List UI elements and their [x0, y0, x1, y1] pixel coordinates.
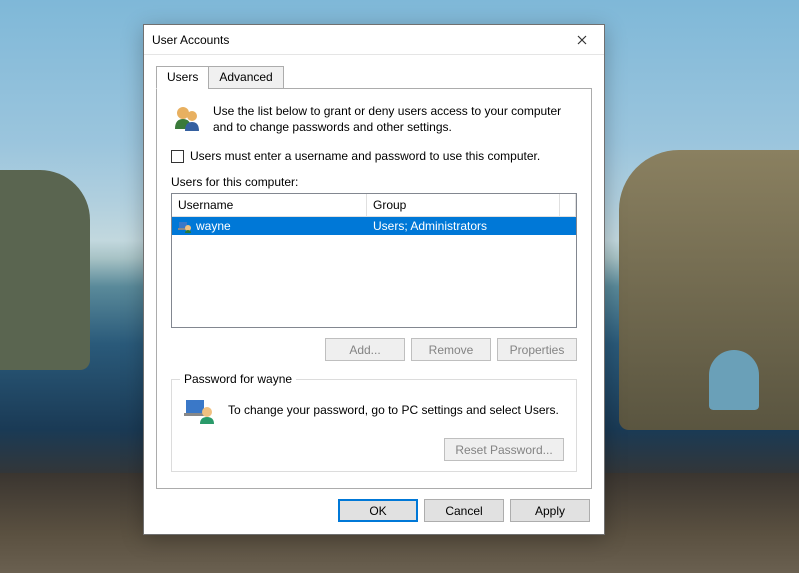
table-row[interactable]: wayne Users; Administrators	[172, 217, 576, 235]
ok-button[interactable]: OK	[338, 499, 418, 522]
window-title: User Accounts	[152, 33, 559, 47]
intro-text: Use the list below to grant or deny user…	[213, 103, 577, 135]
remove-button: Remove	[411, 338, 491, 361]
password-groupbox: Password for wayne To change your passwo…	[171, 379, 577, 472]
close-icon	[577, 32, 587, 48]
close-button[interactable]	[559, 25, 604, 54]
column-group[interactable]: Group	[367, 194, 560, 217]
checkbox-label: Users must enter a username and password…	[190, 149, 540, 163]
user-buttons-row: Add... Remove Properties	[171, 338, 577, 361]
tabstrip: Users Advanced	[156, 66, 592, 89]
user-password-icon	[184, 394, 216, 426]
apply-button[interactable]: Apply	[510, 499, 590, 522]
tab-panel-users: Use the list below to grant or deny user…	[156, 88, 592, 489]
cancel-button[interactable]: Cancel	[424, 499, 504, 522]
tab-users[interactable]: Users	[156, 66, 209, 89]
user-accounts-dialog: User Accounts Users Advanced	[143, 24, 605, 535]
cell-username: wayne	[196, 219, 231, 233]
checkbox-icon[interactable]	[171, 150, 184, 163]
column-username[interactable]: Username	[172, 194, 367, 217]
add-button: Add...	[325, 338, 405, 361]
tab-advanced[interactable]: Advanced	[208, 66, 283, 89]
users-listview[interactable]: Username Group	[171, 193, 577, 328]
password-groupbox-title: Password for wayne	[180, 372, 296, 386]
listview-header: Username Group	[172, 194, 576, 217]
require-login-checkbox-row[interactable]: Users must enter a username and password…	[171, 149, 577, 163]
user-avatar-icon	[178, 219, 192, 233]
titlebar[interactable]: User Accounts	[144, 25, 604, 55]
properties-button: Properties	[497, 338, 577, 361]
users-list-label: Users for this computer:	[171, 175, 577, 189]
reset-password-button: Reset Password...	[444, 438, 564, 461]
users-icon	[171, 103, 203, 135]
dialog-button-bar: OK Cancel Apply	[144, 489, 604, 534]
intro-row: Use the list below to grant or deny user…	[171, 103, 577, 135]
password-instruction-text: To change your password, go to PC settin…	[228, 403, 559, 417]
cell-group: Users; Administrators	[373, 219, 487, 233]
column-spacer	[560, 194, 576, 217]
